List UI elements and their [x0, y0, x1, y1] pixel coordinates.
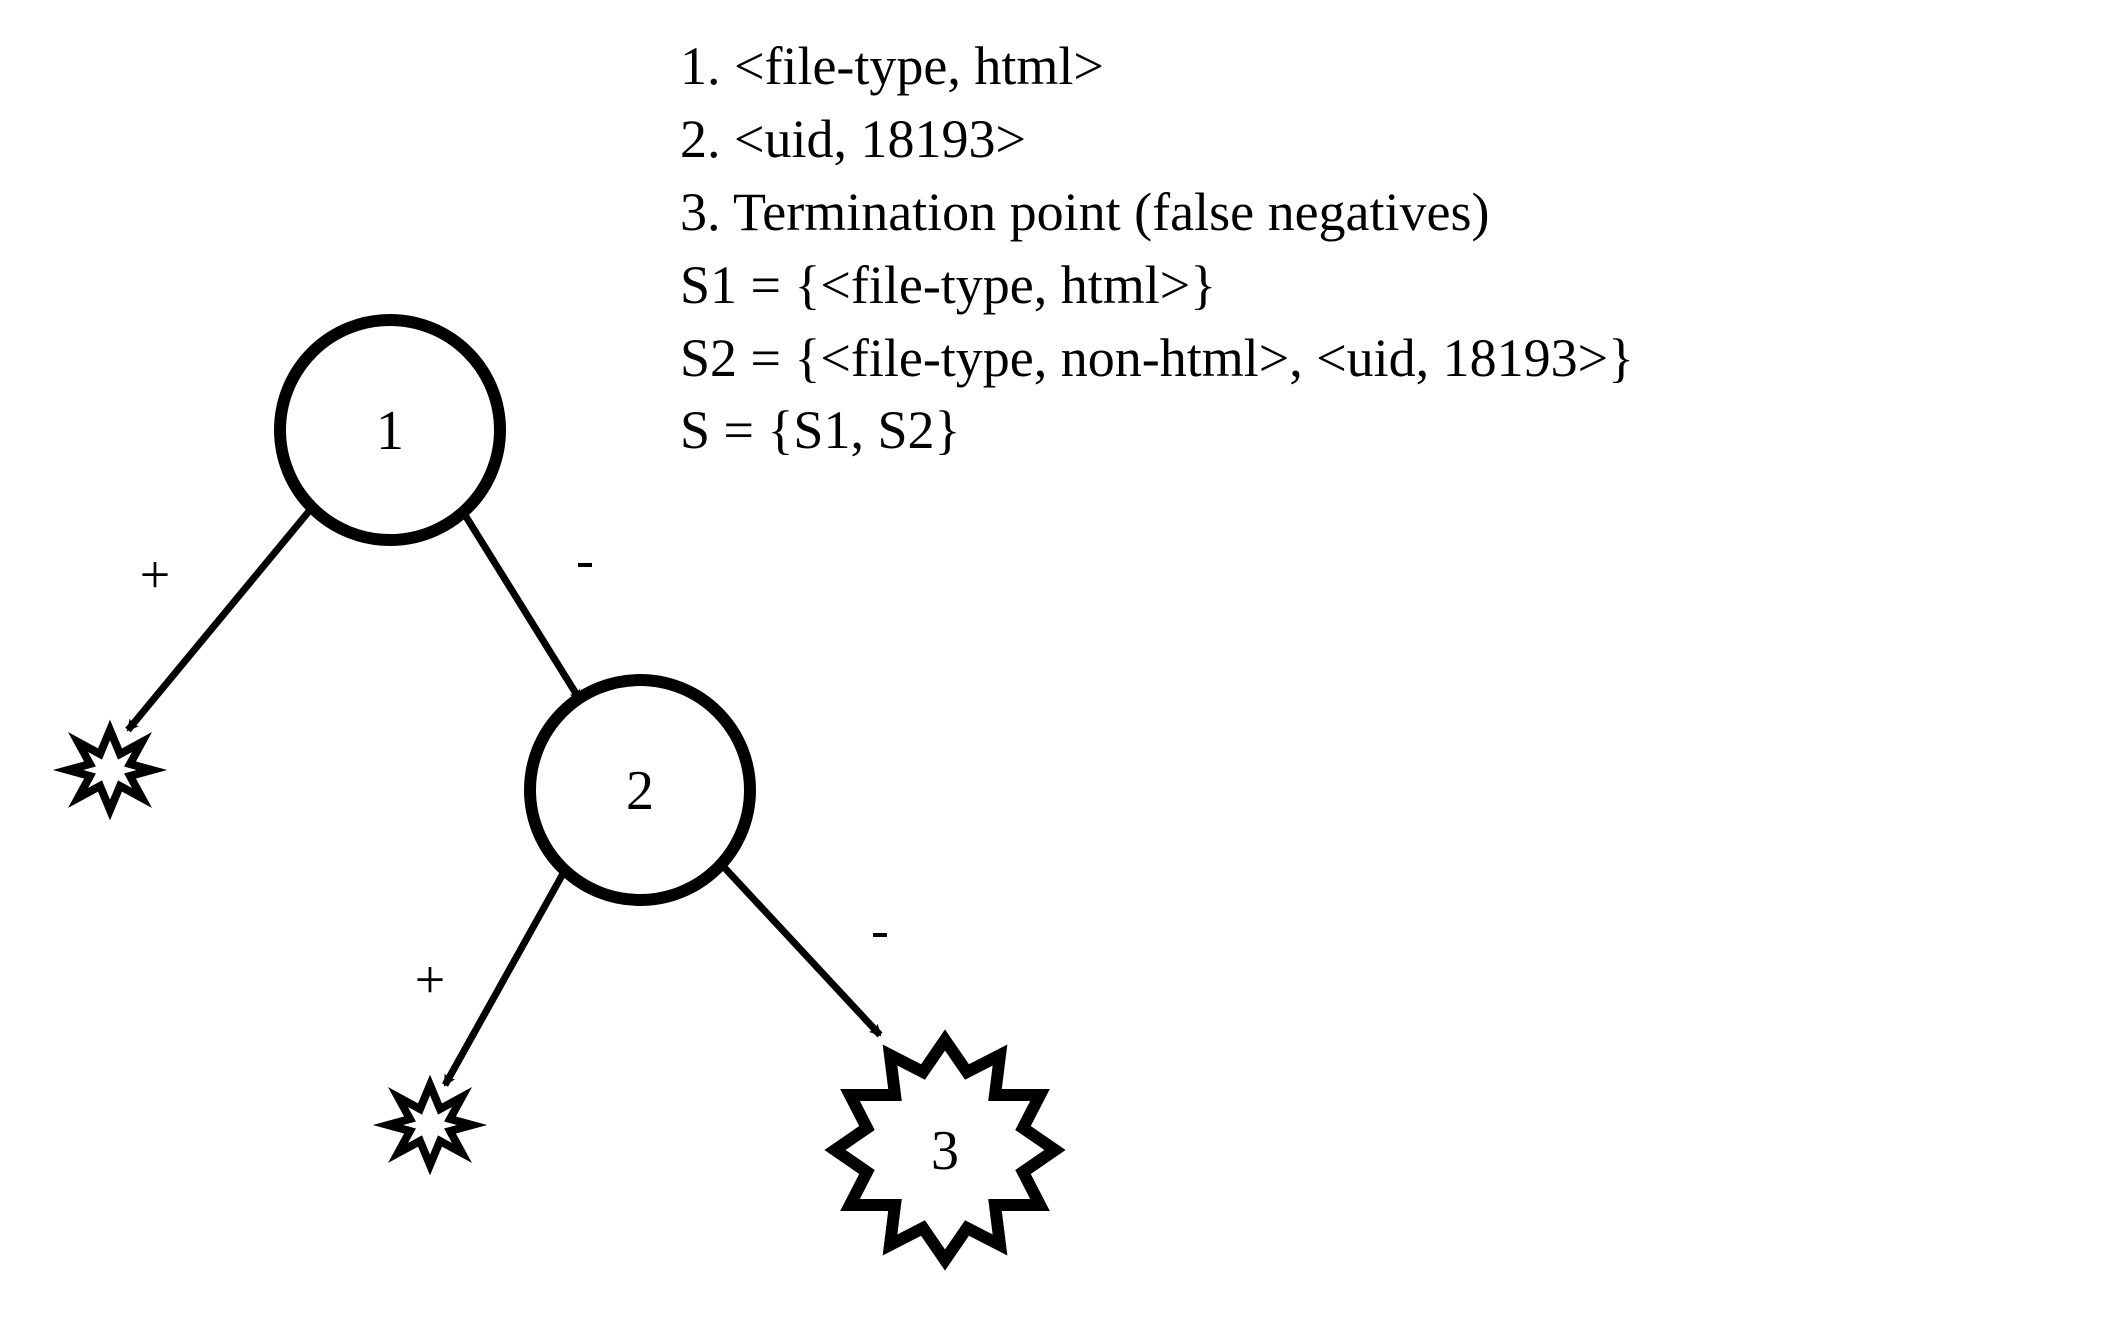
decision-tree-diagram: 1. <file-type, html> 2. <uid, 18193> 3. … [0, 0, 2115, 1336]
node-2-label: 2 [626, 760, 654, 822]
edge-n2-left-label: + [415, 949, 445, 1009]
edge-n2-right [722, 865, 880, 1035]
edge-n2-left [445, 870, 565, 1085]
node-3-label: 3 [931, 1120, 959, 1182]
edge-n1-right-label: - [576, 529, 594, 589]
leaf-burst-2 [388, 1085, 472, 1165]
edge-n2-right-label: - [871, 899, 889, 959]
edge-n1-right [465, 515, 580, 700]
node-1-label: 1 [376, 400, 404, 462]
leaf-burst-1 [68, 730, 152, 810]
tree-svg: 1 + - 2 + - 3 [0, 0, 2115, 1336]
edge-n1-left [128, 510, 310, 730]
edge-n1-left-label: + [140, 544, 170, 604]
